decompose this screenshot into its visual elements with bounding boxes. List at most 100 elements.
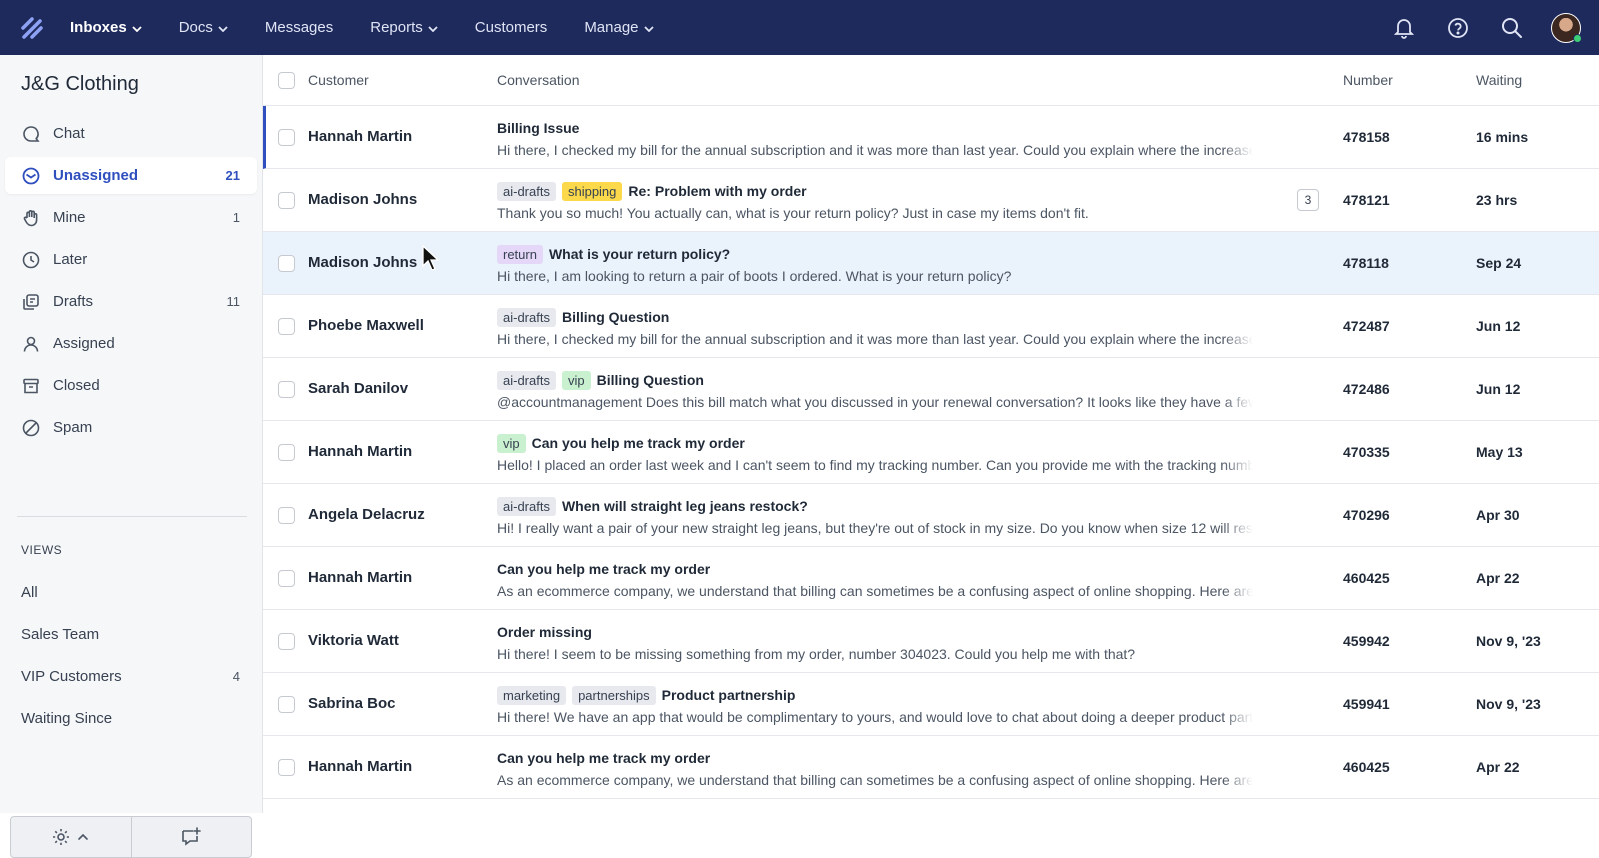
sidebar-item-label: Drafts <box>53 293 94 310</box>
header-conversation[interactable]: Conversation <box>497 72 580 88</box>
settings-button[interactable] <box>11 817 131 857</box>
conversation-cell: ai-drafts vip Billing Question @accountmana… <box>497 370 1253 410</box>
waiting-time: Jun 12 <box>1476 318 1521 334</box>
helpscout-logo-icon[interactable] <box>0 0 64 55</box>
table-row[interactable]: Sabrina Boc marketing partnerships Product … <box>263 673 1599 736</box>
row-checkbox[interactable] <box>278 759 295 776</box>
online-status-dot <box>1573 33 1582 43</box>
bell-icon[interactable] <box>1377 0 1431 55</box>
chevron-down-icon <box>423 19 438 36</box>
nav-reports[interactable]: Reports <box>370 19 438 36</box>
table-row[interactable]: Hannah Martin Can you help me track my or… <box>263 547 1599 610</box>
chevron-down-icon <box>127 19 142 36</box>
conversation-subject: Can you help me track my order <box>497 561 711 577</box>
person-icon <box>21 334 41 354</box>
sidebar-item-label: Later <box>53 251 88 268</box>
nav-customers[interactable]: Customers <box>475 19 548 36</box>
table-row[interactable]: Hannah Martin vip Can you help me track my… <box>263 421 1599 484</box>
sidebar-item-drafts[interactable]: Drafts 11 <box>5 283 257 320</box>
conversation-cell: Can you help me track my order As an ecom… <box>497 559 1253 599</box>
conversation-number: 470296 <box>1343 507 1390 523</box>
header-number[interactable]: Number <box>1343 72 1393 88</box>
table-row[interactable]: Madison Johns ai-drafts shipping Re: Proble… <box>263 169 1599 232</box>
row-checkbox[interactable] <box>278 129 295 146</box>
conversation-number: 470335 <box>1343 444 1390 460</box>
header-customer[interactable]: Customer <box>308 72 369 88</box>
sidebar-item-unassigned[interactable]: Unassigned 21 <box>5 157 257 194</box>
tag-marketing[interactable]: marketing <box>497 685 567 705</box>
top-navigation-bar: Inboxes Docs Messages Reports Customers Manag… <box>0 0 1599 55</box>
sidebar-divider <box>17 516 247 517</box>
row-checkbox[interactable] <box>278 696 295 713</box>
view-item-all[interactable]: All <box>5 574 257 611</box>
new-chat-button[interactable] <box>130 817 252 857</box>
view-item-sales-team[interactable]: Sales Team <box>5 616 257 653</box>
conversation-number: 478118 <box>1343 255 1389 271</box>
conversation-number: 459941 <box>1343 696 1390 712</box>
nav-manage[interactable]: Manage <box>584 19 654 36</box>
customer-name: Hannah Martin <box>308 128 413 145</box>
sidebar: J&G Clothing Chat Unassigned 21 Mine 1 Later D… <box>0 55 263 858</box>
help-icon[interactable] <box>1431 0 1485 55</box>
conversation-cell: Can you help me track my order As an ecom… <box>497 748 1253 788</box>
select-all-checkbox[interactable] <box>278 71 295 89</box>
nav-inboxes[interactable]: Inboxes <box>70 19 142 36</box>
row-checkbox[interactable] <box>278 318 295 335</box>
tag-ai-drafts[interactable]: ai-drafts <box>497 370 556 390</box>
tag-ai-drafts[interactable]: ai-drafts <box>497 181 556 201</box>
row-checkbox[interactable] <box>278 570 295 587</box>
nav-label: Docs <box>178 19 213 36</box>
folder-list: Chat Unassigned 21 Mine 1 Later Drafts 11 Assign… <box>5 115 257 451</box>
sidebar-item-closed[interactable]: Closed <box>5 367 257 404</box>
tag-partnerships[interactable]: partnerships <box>572 685 656 705</box>
conversation-number: 459942 <box>1343 633 1390 649</box>
customer-name: Madison Johns <box>308 254 418 271</box>
conversation-subject: Billing Issue <box>497 120 580 136</box>
conversation-cell: marketing partnerships Product partnership… <box>497 685 1253 725</box>
waiting-time: 16 mins <box>1476 129 1529 145</box>
user-avatar[interactable] <box>1551 12 1582 43</box>
search-icon[interactable] <box>1485 0 1539 55</box>
conversation-preview: @accountmanagement Does this bill match … <box>497 394 1253 410</box>
table-row[interactable]: Viktoria Watt Order missing Hi there! I se… <box>263 610 1599 673</box>
nav-messages[interactable]: Messages <box>265 19 333 36</box>
table-row[interactable]: Hannah Martin Can you help me track my or… <box>263 736 1599 799</box>
table-row[interactable]: Phoebe Maxwell ai-drafts Billing Question H… <box>263 295 1599 358</box>
row-checkbox[interactable] <box>278 633 295 650</box>
sidebar-item-count: 1 <box>232 210 240 225</box>
sidebar-item-spam[interactable]: Spam <box>5 409 257 446</box>
nav-docs[interactable]: Docs <box>179 19 228 36</box>
tag-ai-drafts[interactable]: ai-drafts <box>497 307 556 327</box>
nav-label: Reports <box>370 19 423 36</box>
conversation-preview: Hi there! We have an app that would be c… <box>497 709 1253 725</box>
tag-ai-drafts[interactable]: ai-drafts <box>497 496 556 516</box>
sidebar-item-count: 21 <box>225 168 240 183</box>
header-waiting[interactable]: Waiting <box>1476 72 1522 88</box>
sidebar-item-chat[interactable]: Chat <box>5 115 257 152</box>
table-row[interactable]: Angela Delacruz ai-drafts When will straig… <box>263 484 1599 547</box>
table-row[interactable]: Madison Johns return What is your return p… <box>263 232 1599 295</box>
row-checkbox[interactable] <box>278 444 295 461</box>
tag-return[interactable]: return <box>497 244 543 264</box>
view-item-label: All <box>21 584 38 601</box>
row-checkbox[interactable] <box>278 192 295 209</box>
tag-vip[interactable]: vip <box>497 433 526 453</box>
tag-shipping[interactable]: shipping <box>561 181 623 201</box>
sidebar-item-assigned[interactable]: Assigned <box>5 325 257 362</box>
row-checkbox[interactable] <box>278 507 295 524</box>
row-checkbox[interactable] <box>278 381 295 398</box>
view-item-waiting-since[interactable]: Waiting Since <box>5 700 257 737</box>
table-row[interactable]: Sarah Danilov ai-drafts vip Billing Questio… <box>263 358 1599 421</box>
view-item-vip-customers[interactable]: VIP Customers 4 <box>5 658 257 695</box>
tag-vip[interactable]: vip <box>561 370 591 390</box>
conversation-cell: ai-drafts When will straight leg jeans re… <box>497 496 1253 536</box>
row-checkbox[interactable] <box>278 255 295 272</box>
conversation-cell: ai-drafts shipping Re: Problem with my ord… <box>497 181 1253 221</box>
table-row[interactable]: Hannah Martin Billing Issue Hi there, I ch… <box>263 106 1599 169</box>
sidebar-item-later[interactable]: Later <box>5 241 257 278</box>
conversation-preview: Hi there, I checked my bill for the annu… <box>497 142 1253 158</box>
customer-name: Hannah Martin <box>308 443 413 460</box>
sidebar-item-mine[interactable]: Mine 1 <box>5 199 257 236</box>
waiting-time: Apr 22 <box>1476 570 1520 586</box>
conversation-cell: vip Can you help me track my order Hello! … <box>497 433 1253 473</box>
